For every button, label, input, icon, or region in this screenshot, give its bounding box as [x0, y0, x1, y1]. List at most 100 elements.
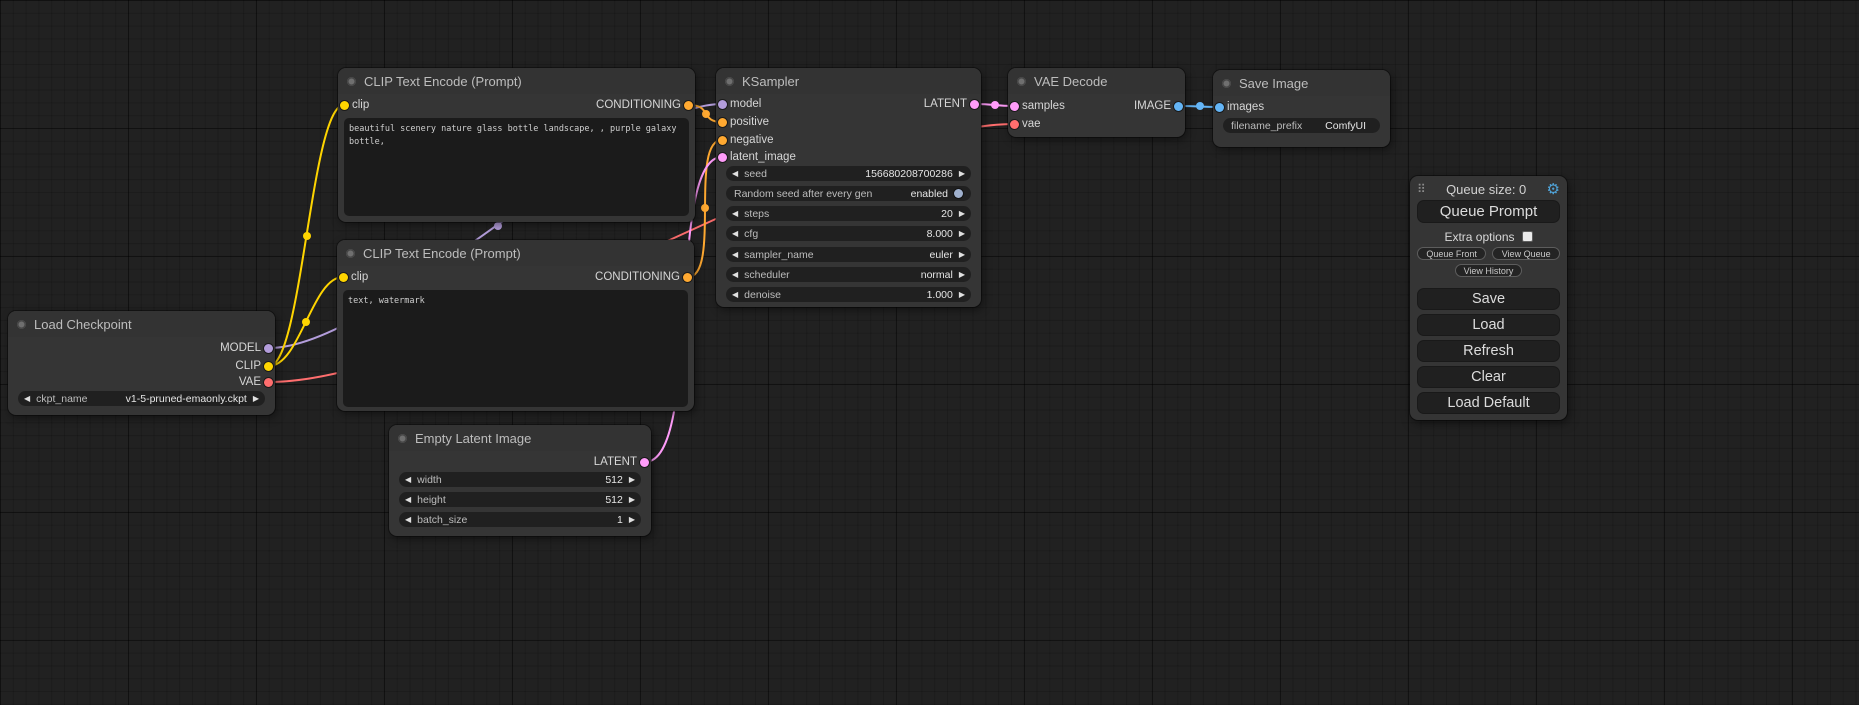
node-title-bar[interactable]: Empty Latent Image — [389, 425, 651, 451]
view-queue-button[interactable]: View Queue — [1492, 247, 1560, 260]
widget-random-seed-toggle[interactable]: Random seed after every gen enabled — [726, 186, 971, 201]
increment-icon[interactable]: ▶ — [959, 287, 965, 302]
queue-actions-row: Queue Front View Queue — [1417, 247, 1560, 260]
input-port-images[interactable] — [1215, 103, 1224, 112]
collapse-dot-icon[interactable] — [17, 320, 26, 329]
increment-icon[interactable]: ▶ — [629, 472, 635, 487]
load-button[interactable]: Load — [1417, 314, 1560, 336]
increment-icon[interactable]: ▶ — [253, 391, 259, 406]
collapse-dot-icon[interactable] — [1222, 79, 1231, 88]
output-port-conditioning[interactable] — [683, 273, 692, 282]
collapse-dot-icon[interactable] — [346, 249, 355, 258]
increment-icon[interactable]: ▶ — [959, 206, 965, 221]
output-port-clip[interactable] — [264, 362, 273, 371]
queue-prompt-button[interactable]: Queue Prompt — [1417, 200, 1560, 223]
node-title: CLIP Text Encode (Prompt) — [363, 246, 521, 261]
widget-denoise[interactable]: ◀ denoise 1.000 ▶ — [726, 287, 971, 302]
widget-steps[interactable]: ◀ steps 20 ▶ — [726, 206, 971, 221]
node-empty-latent-image[interactable]: Empty Latent Image LATENT ◀ width 512 ▶ … — [389, 425, 651, 536]
output-port-conditioning[interactable] — [684, 101, 693, 110]
extra-options-checkbox[interactable] — [1522, 231, 1533, 242]
output-slot-model: MODEL — [220, 341, 261, 355]
input-slot-clip: clip — [352, 98, 369, 112]
increment-icon[interactable]: ▶ — [959, 267, 965, 282]
queue-front-button[interactable]: Queue Front — [1417, 247, 1486, 260]
decrement-icon[interactable]: ◀ — [405, 512, 411, 527]
node-title: Save Image — [1239, 76, 1308, 91]
decrement-icon[interactable]: ◀ — [405, 472, 411, 487]
toggle-knob[interactable] — [954, 189, 963, 198]
output-slot-latent: LATENT — [594, 455, 637, 469]
save-button[interactable]: Save — [1417, 288, 1560, 310]
node-title-bar[interactable]: CLIP Text Encode (Prompt) — [338, 68, 695, 94]
decrement-icon[interactable]: ◀ — [732, 287, 738, 302]
node-vae-decode[interactable]: VAE Decode samples vae IMAGE — [1008, 68, 1185, 137]
load-default-button[interactable]: Load Default — [1417, 392, 1560, 414]
input-port-latent-image[interactable] — [718, 153, 727, 162]
output-port-latent[interactable] — [640, 458, 649, 467]
input-port-positive[interactable] — [718, 118, 727, 127]
node-title-bar[interactable]: Load Checkpoint — [8, 311, 275, 337]
decrement-icon[interactable]: ◀ — [732, 226, 738, 241]
node-clip-text-encode-negative[interactable]: CLIP Text Encode (Prompt) clip CONDITION… — [337, 240, 694, 411]
output-slot-conditioning: CONDITIONING — [595, 270, 680, 284]
increment-icon[interactable]: ▶ — [629, 512, 635, 527]
widget-sampler-name[interactable]: ◀ sampler_name euler ▶ — [726, 247, 971, 262]
node-save-image[interactable]: Save Image images filename_prefix ComfyU… — [1213, 70, 1390, 147]
queue-size-label: Queue size: 0 — [1446, 182, 1526, 197]
clear-button[interactable]: Clear — [1417, 366, 1560, 388]
decrement-icon[interactable]: ◀ — [732, 166, 738, 181]
output-port-vae[interactable] — [264, 378, 273, 387]
decrement-icon[interactable]: ◀ — [732, 267, 738, 282]
node-title-bar[interactable]: KSampler — [716, 68, 981, 94]
node-ksampler[interactable]: KSampler model positive negative latent_… — [716, 68, 981, 307]
widget-width[interactable]: ◀ width 512 ▶ — [399, 472, 641, 487]
refresh-button[interactable]: Refresh — [1417, 340, 1560, 362]
collapse-dot-icon[interactable] — [725, 77, 734, 86]
input-port-samples[interactable] — [1010, 102, 1019, 111]
widget-height[interactable]: ◀ height 512 ▶ — [399, 492, 641, 507]
link-midpoint-dot — [494, 222, 502, 230]
increment-icon[interactable]: ▶ — [959, 166, 965, 181]
menu-header: ⠿ Queue size: 0 ⚙ — [1417, 180, 1560, 198]
node-title-bar[interactable]: VAE Decode — [1008, 68, 1185, 94]
widget-cfg[interactable]: ◀ cfg 8.000 ▶ — [726, 226, 971, 241]
input-port-clip[interactable] — [340, 101, 349, 110]
collapse-dot-icon[interactable] — [1017, 77, 1026, 86]
widget-ckpt-name[interactable]: ◀ ckpt_name v1-5-pruned-emaonly.ckpt ▶ — [18, 391, 265, 406]
increment-icon[interactable]: ▶ — [959, 226, 965, 241]
node-title-bar[interactable]: CLIP Text Encode (Prompt) — [337, 240, 694, 266]
input-slot-clip: clip — [351, 270, 368, 284]
node-title-bar[interactable]: Save Image — [1213, 70, 1390, 96]
node-clip-text-encode-positive[interactable]: CLIP Text Encode (Prompt) clip CONDITION… — [338, 68, 695, 222]
negative-prompt-textarea[interactable]: text, watermark — [343, 290, 688, 407]
collapse-dot-icon[interactable] — [347, 77, 356, 86]
decrement-icon[interactable]: ◀ — [405, 492, 411, 507]
output-port-model[interactable] — [264, 344, 273, 353]
widget-value: 1.000 — [793, 289, 953, 301]
decrement-icon[interactable]: ◀ — [24, 391, 30, 406]
node-load-checkpoint[interactable]: Load Checkpoint MODEL CLIP VAE ◀ ckpt_na… — [8, 311, 275, 415]
settings-gear-icon[interactable]: ⚙ — [1547, 182, 1560, 197]
collapse-dot-icon[interactable] — [398, 434, 407, 443]
widget-scheduler[interactable]: ◀ scheduler normal ▶ — [726, 267, 971, 282]
input-port-clip[interactable] — [339, 273, 348, 282]
output-port-image[interactable] — [1174, 102, 1183, 111]
widget-seed[interactable]: ◀ seed 156680208700286 ▶ — [726, 166, 971, 181]
input-port-model[interactable] — [718, 100, 727, 109]
widget-filename-prefix[interactable]: filename_prefix ComfyUI — [1223, 118, 1380, 133]
input-port-vae[interactable] — [1010, 120, 1019, 129]
view-history-button[interactable]: View History — [1455, 264, 1523, 277]
widget-label: batch_size — [417, 514, 467, 526]
output-port-latent[interactable] — [970, 100, 979, 109]
decrement-icon[interactable]: ◀ — [732, 247, 738, 262]
increment-icon[interactable]: ▶ — [629, 492, 635, 507]
decrement-icon[interactable]: ◀ — [732, 206, 738, 221]
increment-icon[interactable]: ▶ — [959, 247, 965, 262]
widget-batch-size[interactable]: ◀ batch_size 1 ▶ — [399, 512, 641, 527]
input-slot-positive: positive — [730, 115, 769, 129]
input-port-negative[interactable] — [718, 136, 727, 145]
node-graph-canvas[interactable]: Load Checkpoint MODEL CLIP VAE ◀ ckpt_na… — [0, 0, 1859, 705]
positive-prompt-textarea[interactable]: beautiful scenery nature glass bottle la… — [344, 118, 689, 216]
drag-handle-icon[interactable]: ⠿ — [1417, 182, 1426, 196]
